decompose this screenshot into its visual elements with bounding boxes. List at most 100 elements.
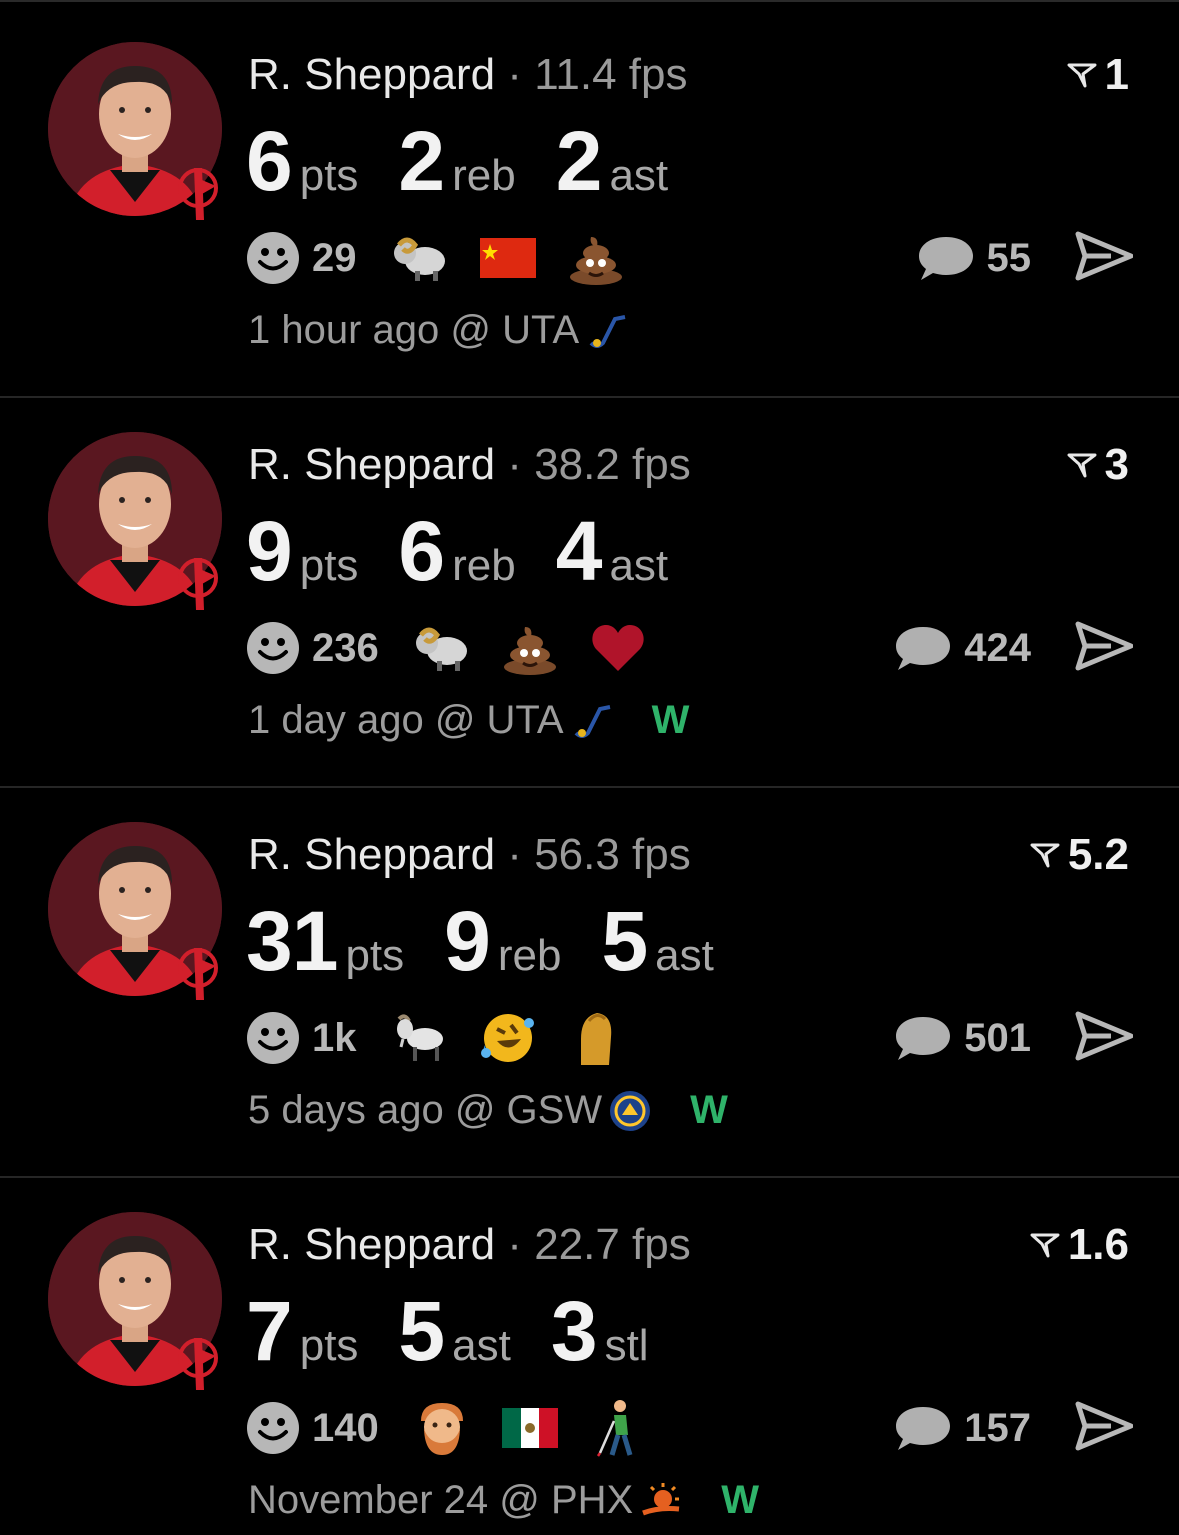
comment-count: 55 (986, 235, 1032, 280)
separator: · (507, 1220, 522, 1269)
rank-icon (1030, 1233, 1060, 1258)
reaction-count: 1k (312, 1015, 357, 1060)
stat-unit: pts (345, 931, 405, 980)
game-result: W (721, 1478, 759, 1522)
stat-rebounds: 2 reb (398, 116, 515, 206)
post-card[interactable]: R. Sheppard · 38.2 fps 3 9 pts 6 reb 4 ast … (0, 392, 1179, 784)
stat-assists: 5 ast (601, 896, 713, 986)
game-result: W (690, 1088, 728, 1132)
rofl-emoji[interactable] (479, 1009, 537, 1067)
reactions-bar: 236 (246, 618, 677, 678)
rank-badge: 1.6 (1030, 1218, 1129, 1272)
person-with-cane-emoji[interactable] (589, 1399, 647, 1457)
poop-emoji[interactable] (567, 229, 625, 287)
stat-assists: 2 ast (556, 116, 668, 206)
stat-points: 9 pts (246, 506, 358, 596)
rank-badge: 1 (1067, 48, 1129, 102)
stat-value: 6 (246, 114, 293, 208)
game-info: November 24 @ PHX W (248, 1478, 759, 1523)
smiley-reaction-icon[interactable] (246, 231, 300, 285)
comment-count: 501 (964, 1015, 1031, 1060)
share-icon[interactable] (1075, 1400, 1133, 1452)
pinched-fingers-emoji[interactable] (567, 1009, 625, 1067)
bearded-man-emoji[interactable] (413, 1399, 471, 1457)
reactions-bar: 140 (246, 1398, 677, 1458)
stat-line: 7 pts 5 ast 3 stl (246, 1286, 689, 1376)
post-headline: R. Sheppard · 11.4 fps (248, 48, 687, 102)
comments-button[interactable]: 157 (894, 1398, 1031, 1458)
stat-unit: pts (299, 1321, 359, 1370)
separator: · (507, 440, 522, 489)
share-icon[interactable] (1075, 1010, 1133, 1062)
stat-value: 2 (555, 114, 603, 208)
rank-icon (1067, 453, 1097, 478)
goat-emoji[interactable] (391, 1009, 449, 1067)
mexico-flag-emoji[interactable] (501, 1399, 559, 1457)
heart-emoji[interactable] (589, 619, 647, 677)
stat-unit: pts (299, 151, 359, 200)
stat-value: 31 (246, 894, 338, 988)
stat-unit: ast (452, 1321, 511, 1370)
jazz-logo-icon (589, 314, 626, 348)
jazz-logo-icon (574, 704, 610, 738)
game-time-opponent: 5 days ago @ GSW (248, 1088, 603, 1132)
stat-unit: reb (452, 541, 516, 590)
stat-assists: 4 ast (556, 506, 668, 596)
comment-bubble-icon (896, 1407, 951, 1450)
post-card[interactable]: R. Sheppard · 22.7 fps 1.6 7 pts 5 ast 3st… (0, 1172, 1179, 1535)
post-card[interactable]: R. Sheppard · 11.4 fps 1 6 pts 2 reb 2 ast … (0, 2, 1179, 394)
stat-unit: ast (609, 151, 669, 200)
reaction-count: 140 (312, 1405, 379, 1450)
share-icon[interactable] (1075, 620, 1133, 672)
stat-value: 7 (246, 1284, 293, 1378)
ram-emoji[interactable] (391, 229, 449, 287)
game-time-opponent: November 24 @ PHX (248, 1478, 634, 1522)
stat-unit: reb (452, 151, 516, 200)
rank-value: 5.2 (1067, 830, 1129, 879)
stat-value: 5 (601, 894, 648, 988)
comments-button[interactable]: 501 (894, 1008, 1031, 1068)
stat-line: 31 pts 9 reb 5 ast (246, 896, 754, 986)
post-card[interactable]: R. Sheppard · 56.3 fps 5.2 31 pts 9 reb 5a… (0, 782, 1179, 1174)
stat-unit: pts (299, 541, 359, 590)
stat-points: 6 pts (246, 116, 358, 206)
fantasy-points: 11.4 fps (534, 50, 688, 99)
game-info: 5 days ago @ GSW W (248, 1088, 728, 1133)
post-headline: R. Sheppard · 56.3 fps (248, 828, 691, 882)
stat-unit: stl (604, 1321, 649, 1370)
comment-count: 157 (964, 1405, 1031, 1450)
player-name[interactable]: R. Sheppard (248, 440, 495, 489)
share-icon[interactable] (1075, 230, 1133, 282)
player-name[interactable]: R. Sheppard (248, 50, 495, 99)
stat-unit: reb (497, 931, 562, 980)
warriors-logo-icon (610, 1090, 651, 1131)
player-name[interactable]: R. Sheppard (248, 830, 495, 879)
stat-unit: ast (655, 931, 714, 980)
stat-value: 9 (444, 894, 491, 988)
separator: · (507, 50, 522, 99)
rank-icon (1067, 63, 1097, 88)
rank-value: 1 (1104, 50, 1129, 99)
smiley-reaction-icon[interactable] (246, 621, 300, 675)
comments-button[interactable]: 424 (894, 618, 1031, 678)
smiley-reaction-icon[interactable] (246, 1011, 300, 1065)
player-name[interactable]: R. Sheppard (248, 1220, 495, 1269)
poop-emoji[interactable] (501, 619, 559, 677)
comment-bubble-icon (918, 237, 973, 280)
stat-unit: ast (609, 541, 669, 590)
china-flag-emoji[interactable] (479, 229, 537, 287)
ram-emoji[interactable] (413, 619, 471, 677)
rank-badge: 5.2 (1030, 828, 1129, 882)
stat-value: 2 (398, 114, 445, 208)
reactions-bar: 29 (246, 228, 655, 288)
comment-bubble-icon (896, 1017, 951, 1060)
rank-icon (1030, 843, 1060, 868)
fantasy-points: 22.7 fps (534, 1220, 691, 1269)
post-headline: R. Sheppard · 22.7 fps (248, 1218, 691, 1272)
game-time-opponent: 1 hour ago @ UTA (248, 308, 580, 352)
rank-value: 3 (1104, 440, 1129, 489)
comments-button[interactable]: 55 (917, 228, 1032, 288)
smiley-reaction-icon[interactable] (246, 1401, 300, 1455)
stat-value: 3 (550, 1284, 598, 1378)
rockets-logo-icon (178, 558, 218, 610)
